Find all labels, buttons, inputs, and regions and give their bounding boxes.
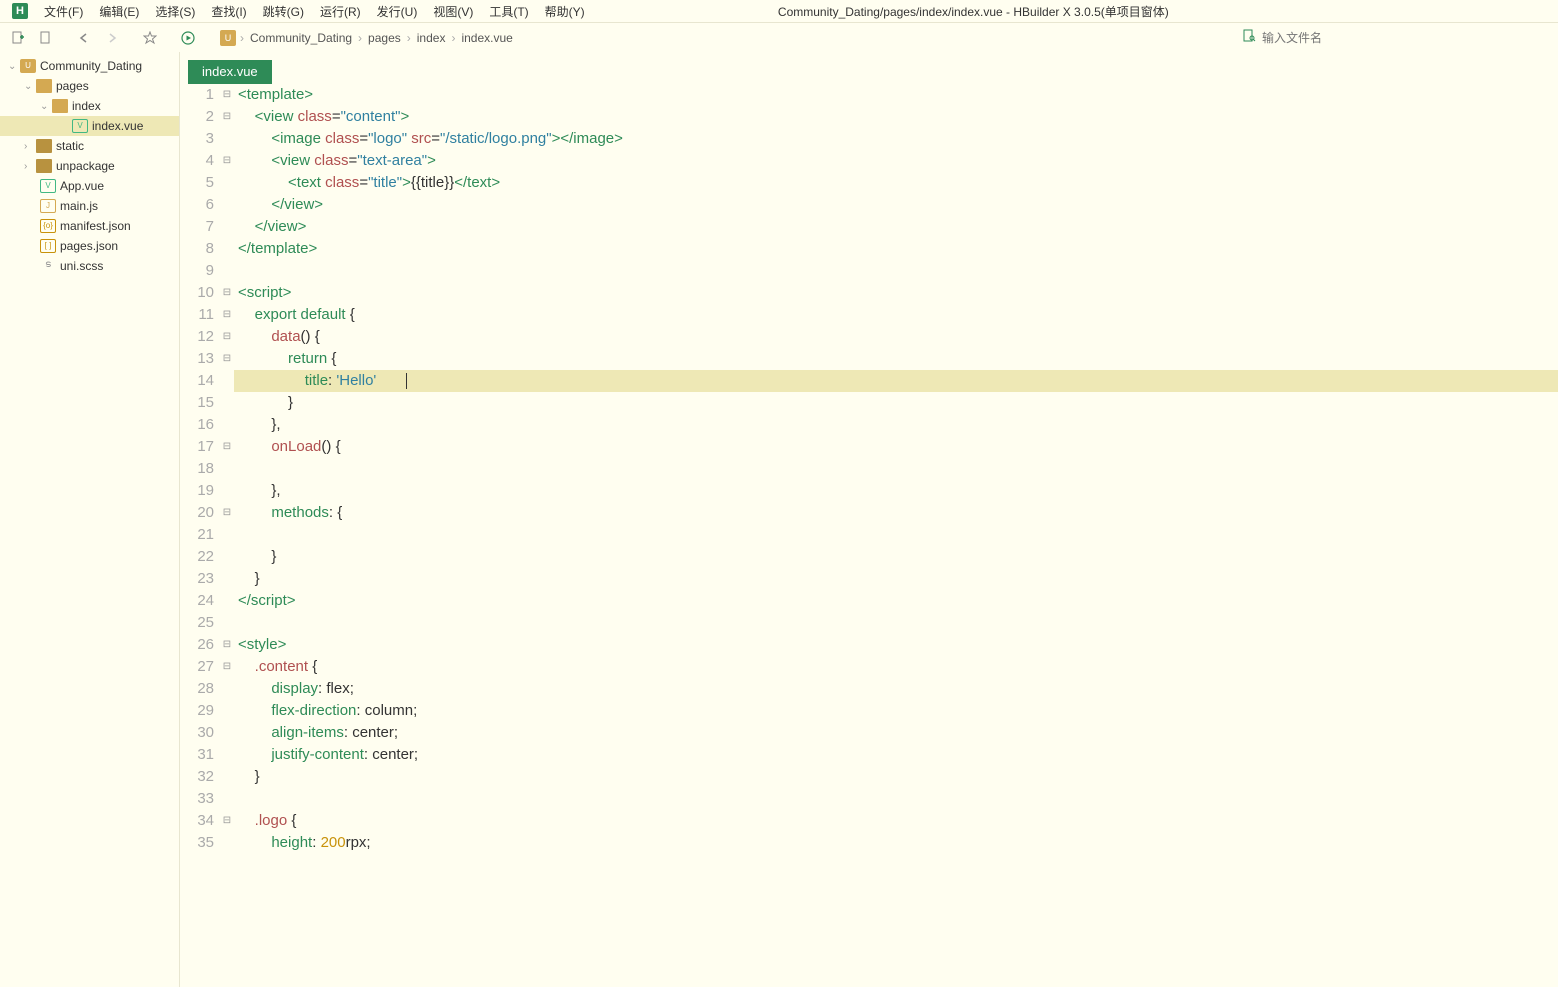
- save-icon[interactable]: [32, 26, 60, 50]
- new-file-icon[interactable]: [4, 26, 32, 50]
- star-icon[interactable]: [136, 26, 164, 50]
- tree-folder-unpackage[interactable]: unpackage: [0, 156, 179, 176]
- code-editor[interactable]: 1234567891011121314151617181920212223242…: [180, 84, 1558, 987]
- tab-index-vue[interactable]: index.vue: [188, 60, 272, 84]
- tree-label: manifest.json: [60, 219, 131, 233]
- menu-tool[interactable]: 工具(T): [481, 1, 536, 22]
- tree-file-pages-json[interactable]: [ ] pages.json: [0, 236, 179, 256]
- editor-area: index.vue 123456789101112131415161718192…: [180, 52, 1558, 987]
- scss-icon: ട: [40, 259, 56, 273]
- app-logo: H: [12, 3, 28, 19]
- menu-file[interactable]: 文件(F): [36, 1, 91, 22]
- tree-file-index-vue[interactable]: Vindex.vue: [0, 116, 179, 136]
- menu-edit[interactable]: 编辑(E): [91, 1, 147, 22]
- json-icon: {o}: [40, 219, 56, 233]
- tree-file-main-js[interactable]: Jmain.js: [0, 196, 179, 216]
- fold-column[interactable]: ⊟⊟⊟⊟⊟⊟⊟⊟⊟⊟⊟⊟: [220, 84, 234, 987]
- json-icon: [ ]: [40, 239, 56, 253]
- menu-run[interactable]: 运行(R): [312, 1, 369, 22]
- search-icon: [1242, 29, 1256, 46]
- js-icon: J: [40, 199, 56, 213]
- vue-icon: V: [72, 119, 88, 133]
- tree-label: pages: [56, 79, 89, 93]
- tree-file-uni-scss[interactable]: ട uni.scss: [0, 256, 179, 276]
- menu-select[interactable]: 选择(S): [147, 1, 203, 22]
- tree-label: Community_Dating: [40, 59, 142, 73]
- menu-view[interactable]: 视图(V): [425, 1, 481, 22]
- back-icon[interactable]: [70, 26, 98, 50]
- vue-icon: V: [40, 179, 56, 193]
- tree-label: main.js: [60, 199, 98, 213]
- breadcrumb-item[interactable]: pages: [364, 31, 405, 45]
- folder-icon: [36, 139, 52, 153]
- menu-help[interactable]: 帮助(Y): [537, 1, 593, 22]
- run-icon[interactable]: [174, 26, 202, 50]
- tree-file-app-vue[interactable]: V App.vue: [0, 176, 179, 196]
- menu-find[interactable]: 查找(I): [203, 1, 254, 22]
- tree-label: index.vue: [92, 119, 143, 133]
- toolbar: U › Community_Dating › pages › index › i…: [0, 22, 1558, 52]
- folder-icon: [52, 99, 68, 113]
- tree-folder-index[interactable]: index: [0, 96, 179, 116]
- window-title: Community_Dating/pages/index/index.vue -…: [593, 3, 1554, 20]
- file-search[interactable]: [1234, 29, 1554, 46]
- tree-label: index: [72, 99, 101, 113]
- search-input[interactable]: [1262, 31, 1546, 45]
- code-content[interactable]: <template> <view class="content"> <image…: [234, 84, 1558, 987]
- tree-folder-pages[interactable]: pages: [0, 76, 179, 96]
- menu-goto[interactable]: 跳转(G): [255, 1, 312, 22]
- tree-folder-static[interactable]: static: [0, 136, 179, 156]
- tree-project-root[interactable]: UCommunity_Dating: [0, 56, 179, 76]
- folder-icon: [36, 159, 52, 173]
- file-tree: UCommunity_Dating pages index Vindex.vue…: [0, 52, 180, 987]
- menu-publish[interactable]: 发行(U): [369, 1, 426, 22]
- breadcrumb-item[interactable]: Community_Dating: [246, 31, 356, 45]
- folder-icon: [36, 79, 52, 93]
- tree-label: static: [56, 139, 84, 153]
- tree-file-manifest-json[interactable]: {o} manifest.json: [0, 216, 179, 236]
- tree-label: uni.scss: [60, 259, 103, 273]
- breadcrumb-item[interactable]: index.vue: [457, 31, 516, 45]
- line-gutter: 1234567891011121314151617181920212223242…: [180, 84, 220, 987]
- tree-label: App.vue: [60, 179, 104, 193]
- project-icon: U: [220, 30, 236, 46]
- breadcrumb: U › Community_Dating › pages › index › i…: [220, 30, 517, 46]
- tree-label: pages.json: [60, 239, 118, 253]
- forward-icon[interactable]: [98, 26, 126, 50]
- menu-bar: H 文件(F) 编辑(E) 选择(S) 查找(I) 跳转(G) 运行(R) 发行…: [0, 0, 1558, 22]
- editor-tabs: index.vue: [180, 52, 1558, 84]
- breadcrumb-item[interactable]: index: [413, 31, 450, 45]
- tree-label: unpackage: [56, 159, 115, 173]
